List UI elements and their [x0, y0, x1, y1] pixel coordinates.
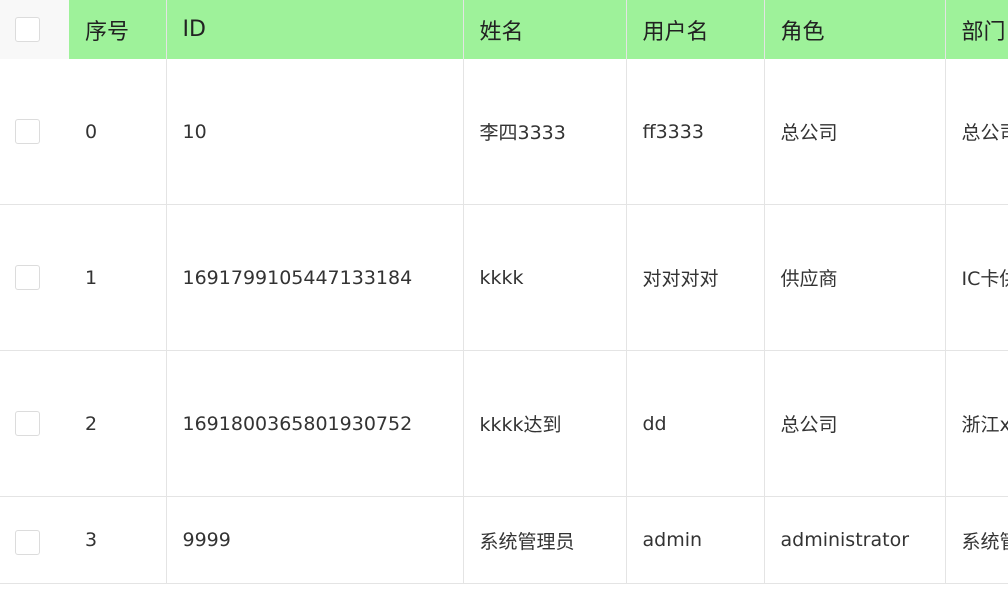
cell-username: ff3333 — [626, 59, 765, 205]
cell-dept: 浙江x — [945, 350, 1008, 497]
row-select-cell — [0, 204, 69, 351]
select-all-checkbox[interactable] — [15, 17, 40, 42]
cell-role: 总公司 — [764, 350, 946, 497]
column-header-dept[interactable]: 部门 — [945, 0, 1008, 59]
cell-id: 10 — [166, 59, 464, 205]
cell-username: 对对对对 — [626, 204, 765, 351]
column-header-name[interactable]: 姓名 — [463, 0, 627, 59]
cell-id: 1691799105447133184 — [166, 204, 464, 351]
column-header-index[interactable]: 序号 — [69, 0, 167, 59]
cell-index: 2 — [69, 350, 167, 497]
cell-id: 9999 — [166, 496, 464, 584]
cell-id: 1691800365801930752 — [166, 350, 464, 497]
cell-role: 总公司 — [764, 59, 946, 205]
row-checkbox[interactable] — [15, 411, 40, 436]
table-row[interactable]: 1 1691799105447133184 kkkk 对对对对 供应商 IC卡供 — [0, 204, 1008, 351]
row-select-cell — [0, 350, 69, 497]
table-row[interactable]: 0 10 李四3333 ff3333 总公司 总公司 — [0, 59, 1008, 205]
column-header-username[interactable]: 用户名 — [626, 0, 765, 59]
table-row[interactable]: 3 9999 系统管理员 admin administrator 系统管 — [0, 496, 1008, 584]
row-checkbox[interactable] — [15, 265, 40, 290]
cell-name: 李四3333 — [463, 59, 627, 205]
cell-name: 系统管理员 — [463, 496, 627, 584]
header-select-cell — [0, 0, 69, 59]
cell-dept: 总公司 — [945, 59, 1008, 205]
cell-role: administrator — [764, 496, 946, 584]
cell-dept: 系统管 — [945, 496, 1008, 584]
cell-index: 1 — [69, 204, 167, 351]
row-select-cell — [0, 59, 69, 205]
cell-dept: IC卡供 — [945, 204, 1008, 351]
cell-role: 供应商 — [764, 204, 946, 351]
cell-username: admin — [626, 496, 765, 584]
row-select-cell — [0, 496, 69, 584]
user-table: 序号 ID 姓名 用户名 角色 部门 0 10 李四3333 ff3333 总公… — [0, 0, 1008, 584]
cell-name: kkkk达到 — [463, 350, 627, 497]
user-table-container: 序号 ID 姓名 用户名 角色 部门 0 10 李四3333 ff3333 总公… — [0, 0, 1008, 600]
cell-index: 3 — [69, 496, 167, 584]
table-header-row: 序号 ID 姓名 用户名 角色 部门 — [0, 0, 1008, 59]
cell-username: dd — [626, 350, 765, 497]
row-checkbox[interactable] — [15, 529, 40, 555]
column-header-role[interactable]: 角色 — [764, 0, 946, 59]
row-checkbox[interactable] — [15, 119, 40, 144]
column-header-id[interactable]: ID — [166, 0, 464, 59]
cell-index: 0 — [69, 59, 167, 205]
table-row[interactable]: 2 1691800365801930752 kkkk达到 dd 总公司 浙江x — [0, 350, 1008, 497]
cell-name: kkkk — [463, 204, 627, 351]
